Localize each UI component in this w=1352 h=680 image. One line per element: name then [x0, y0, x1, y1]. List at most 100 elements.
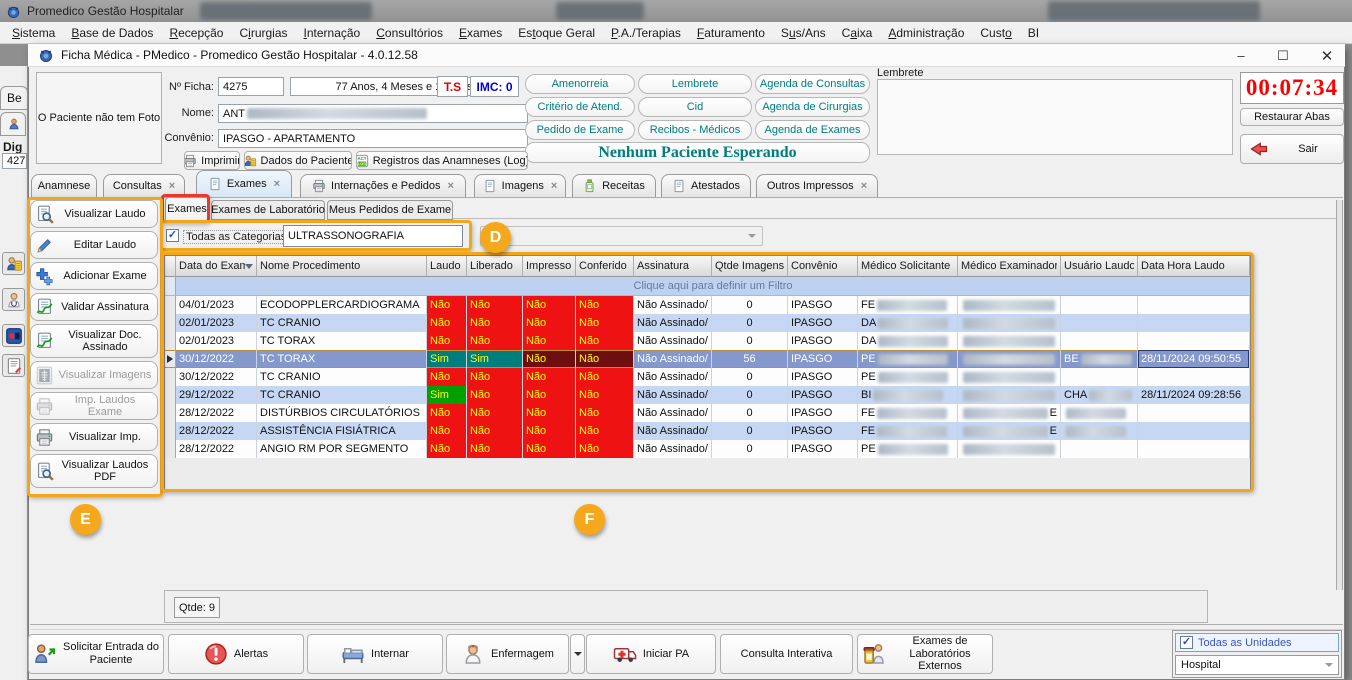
- background-notes-icon[interactable]: [2, 354, 25, 377]
- menu-item-consult-rios[interactable]: Consultórios: [368, 22, 451, 44]
- tab-close-icon[interactable]: ×: [551, 180, 557, 192]
- table-row[interactable]: 02/01/2023TC TORAXNãoNãoNãoNãoNão Assina…: [165, 332, 1250, 350]
- table-filter-row[interactable]: Clique aqui para definir um Filtro: [165, 277, 1250, 296]
- column-header-indicator[interactable]: [165, 256, 176, 277]
- cid-button[interactable]: Cid: [638, 97, 752, 117]
- registros-das-anamneses-log-button[interactable]: ACTLOGRegistros das Anamneses (Log): [356, 151, 528, 170]
- tab-receitas[interactable]: Receitas: [572, 174, 656, 197]
- adicionar-exame-button[interactable]: Adicionar Exame: [30, 262, 158, 290]
- menu-item-interna-o[interactable]: Internação: [296, 22, 369, 44]
- menu-item-administra-o[interactable]: Administração: [880, 22, 972, 44]
- convenio-field[interactable]: IPASGO - APARTAMENTO: [218, 129, 528, 148]
- category-combobox[interactable]: ULTRASSONOGRAFIA: [283, 225, 463, 247]
- ficha-field[interactable]: 4275: [218, 77, 284, 96]
- menu-item-bi[interactable]: BI: [1020, 22, 1047, 44]
- iniciar-pa-button[interactable]: Iniciar PA: [586, 634, 716, 674]
- column-header-conferido[interactable]: Conferido: [576, 256, 634, 277]
- recibos-m-dicos-button[interactable]: Recibos - Médicos: [638, 120, 752, 140]
- solicitar-entrada-do-paciente-button[interactable]: Solicitar Entrada do Paciente: [28, 634, 164, 674]
- unit-select[interactable]: Hospital: [1175, 655, 1339, 675]
- column-header-m-dico-solicitante[interactable]: Médico Solicitante: [858, 256, 958, 277]
- alertas-button[interactable]: Alertas: [168, 634, 304, 674]
- agenda-de-cirurgias-button[interactable]: Agenda de Cirurgias: [755, 97, 870, 117]
- tab-anamnese[interactable]: Anamnese: [31, 174, 97, 197]
- tab-outros-impressos[interactable]: Outros Impressos×: [756, 174, 878, 197]
- imprimir-button[interactable]: Imprimir: [184, 151, 240, 170]
- secondary-filter-dropdown[interactable]: [480, 226, 763, 246]
- visualizar-doc-assinado-button[interactable]: Visualizar Doc. Assinado: [30, 324, 158, 358]
- background-blue-app-icon[interactable]: [2, 324, 25, 347]
- background-doctor-icon[interactable]: [2, 288, 25, 311]
- table-row[interactable]: 28/12/2022DISTÚRBIOS CIRCULATÓRIOSNãoNão…: [165, 404, 1250, 422]
- menu-item-base-de-dados[interactable]: Base de Dados: [63, 22, 161, 44]
- table-row[interactable]: 28/12/2022ANGIO RM POR SEGMENTONãoNãoNão…: [165, 440, 1250, 458]
- background-field-value[interactable]: 427: [2, 153, 27, 169]
- background-patient-data-icon[interactable]: [2, 252, 25, 275]
- editar-laudo-button[interactable]: Editar Laudo: [30, 231, 158, 259]
- tab-close-icon[interactable]: ×: [448, 180, 454, 192]
- table-row[interactable]: 02/01/2023TC CRANIONãoNãoNãoNãoNão Assin…: [165, 314, 1250, 332]
- tab-exames[interactable]: Exames×: [196, 170, 292, 197]
- column-header-impresso[interactable]: Impresso: [523, 256, 576, 277]
- pedido-de-exame-button[interactable]: Pedido de Exame: [525, 120, 635, 140]
- dados-do-paciente-button[interactable]: Dados do Paciente: [244, 151, 352, 170]
- tab-imagens[interactable]: Imagens×: [474, 174, 566, 197]
- exit-button[interactable]: Sair: [1240, 134, 1344, 164]
- visualizar-imp-button[interactable]: Visualizar Imp.: [30, 423, 158, 451]
- menu-item-sistema[interactable]: Sistema: [4, 22, 63, 44]
- column-header-conv-nio[interactable]: Convênio: [788, 256, 858, 277]
- exames-de-laborat-rios-externos-button[interactable]: Exames de Laboratórios Externos: [857, 634, 993, 674]
- background-tab[interactable]: Be: [0, 86, 28, 110]
- column-header-qtde-imagens[interactable]: Qtde Imagens: [712, 256, 788, 277]
- ts-badge[interactable]: T.S: [437, 76, 468, 97]
- menu-item-sus-ans[interactable]: Sus/Ans: [773, 22, 834, 44]
- subtab-meus-pedidos-de-exame[interactable]: Meus Pedidos de Exame: [327, 200, 453, 220]
- all-categories-checkbox[interactable]: ✓: [166, 229, 179, 242]
- internar-button[interactable]: Internar: [307, 634, 443, 674]
- table-row[interactable]: 30/12/2022TC TORAXSimSimNãoNãoNão Assina…: [165, 350, 1250, 368]
- all-units-row[interactable]: ✓ Todas as Unidades: [1175, 633, 1339, 652]
- menu-item-estoque-geral[interactable]: Estoque Geral: [510, 22, 603, 44]
- table-row[interactable]: 28/12/2022ASSISTÊNCIA FISIÁTRICANãoNãoNã…: [165, 422, 1250, 440]
- lembrete-button[interactable]: Lembrete: [638, 74, 752, 94]
- enfermagem-dropdown-button[interactable]: [570, 634, 585, 674]
- lembrete-box[interactable]: [877, 79, 1233, 155]
- column-header-nome-procedimento[interactable]: Nome Procedimento: [257, 256, 427, 277]
- menu-item-faturamento[interactable]: Faturamento: [689, 22, 773, 44]
- restore-tabs-button[interactable]: Restaurar Abas: [1240, 108, 1344, 126]
- close-button[interactable]: ✕: [1314, 46, 1340, 65]
- imc-badge[interactable]: IMC: 0: [470, 76, 519, 97]
- menu-item-p-a-terapias[interactable]: P.A./Terapias: [603, 22, 689, 44]
- consulta-interativa-button[interactable]: Consulta Interativa: [720, 634, 853, 674]
- visualizar-laudo-button[interactable]: Visualizar Laudo: [30, 200, 158, 228]
- agenda-de-consultas-button[interactable]: Agenda de Consultas: [755, 74, 870, 94]
- maximize-button[interactable]: ☐: [1270, 46, 1296, 65]
- column-header-laudo[interactable]: Laudo: [427, 256, 467, 277]
- table-row[interactable]: 29/12/2022TC CRANIOSimNãoNãoNãoNão Assin…: [165, 386, 1250, 404]
- vertical-scrollbar[interactable]: [1336, 200, 1343, 590]
- enfermagem-button[interactable]: Enfermagem: [446, 634, 569, 674]
- column-header-assinatura[interactable]: Assinatura: [634, 256, 712, 277]
- menu-item-exames[interactable]: Exames: [451, 22, 510, 44]
- subtab-exames[interactable]: Exames: [165, 197, 209, 220]
- tab-close-icon[interactable]: ×: [274, 178, 280, 190]
- menu-item-caixa[interactable]: Caixa: [834, 22, 881, 44]
- column-header-m-dico-examinador[interactable]: Médico Examinador: [958, 256, 1061, 277]
- menu-item-recep-o[interactable]: Recepção: [161, 22, 231, 44]
- menu-item-custo[interactable]: Custo: [972, 22, 1019, 44]
- visualizar-laudos-pdf-button[interactable]: Visualizar Laudos PDF: [30, 454, 158, 488]
- crit-rio-de-atend-button[interactable]: Critério de Atend.: [525, 97, 635, 117]
- subtab-exames-de-laborat-rio[interactable]: Exames de Laboratório: [211, 200, 325, 220]
- column-header-usu-rio-laudo[interactable]: Usuário Laudo: [1061, 256, 1138, 277]
- amenorreia-button[interactable]: Amenorreia: [525, 74, 635, 94]
- nome-field[interactable]: ANT: [218, 104, 528, 123]
- column-header-data-hora-laudo[interactable]: Data Hora Laudo: [1138, 256, 1250, 277]
- tab-atestados[interactable]: Atestados: [661, 174, 751, 197]
- tab-interna-es-e-pedidos[interactable]: Internações e Pedidos×: [300, 174, 466, 197]
- background-tab-patient[interactable]: [0, 112, 26, 136]
- all-units-checkbox[interactable]: ✓: [1180, 636, 1193, 649]
- tab-consultas[interactable]: Consultas×: [103, 174, 185, 197]
- column-header-liberado[interactable]: Liberado: [467, 256, 523, 277]
- table-row[interactable]: 04/01/2023ECODOPPLERCARDIOGRAMANãoNãoNão…: [165, 296, 1250, 314]
- tab-close-icon[interactable]: ×: [861, 180, 867, 192]
